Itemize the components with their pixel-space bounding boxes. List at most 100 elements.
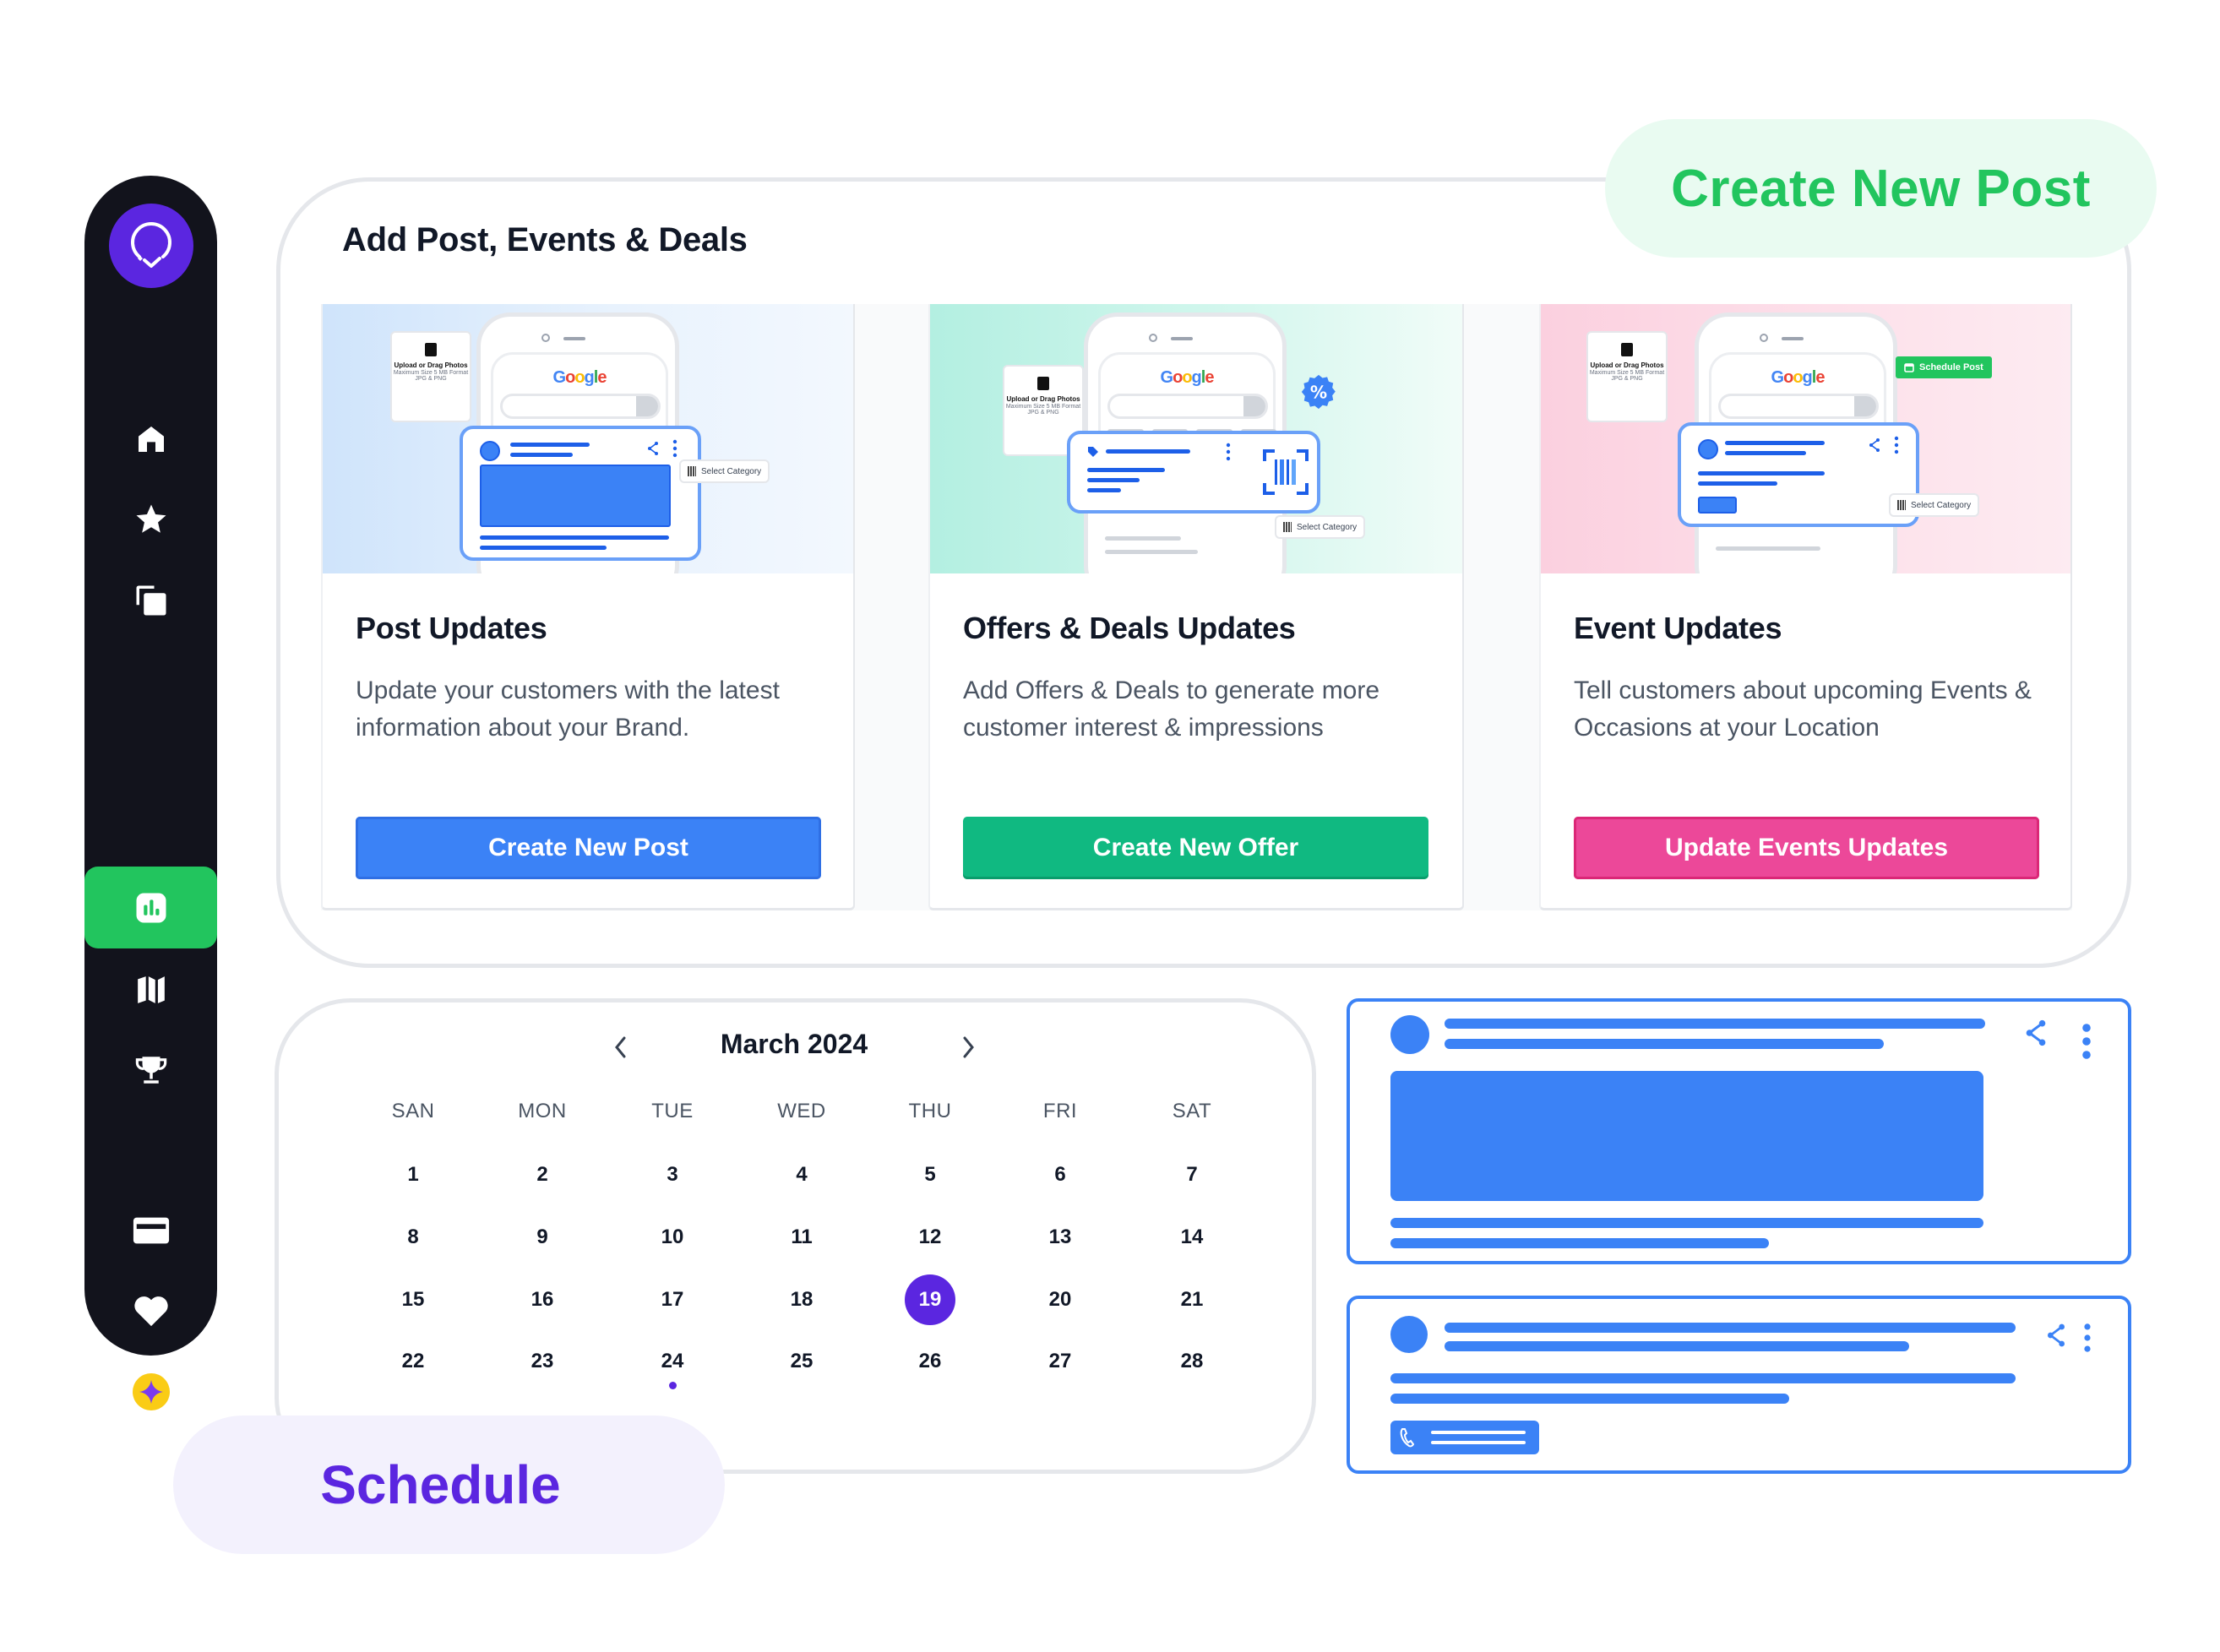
offers-illustration: Upload or Drag Photos Maximum Size 5 MB … (930, 304, 1462, 573)
sidebar-item-map[interactable] (84, 949, 217, 1030)
more-vertical-icon (672, 439, 677, 458)
subtitle-line (1445, 1341, 1909, 1351)
sidebar-item-home[interactable] (84, 399, 217, 480)
line (1725, 451, 1806, 455)
more-vertical-icon (1894, 436, 1899, 454)
sidebar (84, 176, 217, 1410)
calendar-day[interactable]: 6 (1035, 1149, 1086, 1200)
line (1106, 449, 1190, 454)
calendar-day[interactable]: 10 (647, 1212, 698, 1263)
phone-icon (1400, 1428, 1415, 1448)
calendar-day[interactable]: 5 (905, 1149, 955, 1200)
share-icon[interactable] (2023, 1019, 2049, 1047)
title-line (1445, 1019, 1985, 1029)
calendar-day[interactable]: 11 (776, 1212, 827, 1263)
preview-post-call[interactable] (1347, 1296, 2131, 1474)
calendar-day[interactable]: 24 (647, 1336, 698, 1387)
calendar-day[interactable]: 9 (517, 1212, 568, 1263)
calendar-day[interactable]: 15 (388, 1274, 438, 1325)
calendar-day[interactable]: 26 (905, 1336, 955, 1387)
schedule-badge: Schedule (173, 1416, 725, 1554)
chevron-left-icon (615, 1036, 626, 1058)
weekday-header: WED (777, 1100, 826, 1122)
panel-title: Add Post, Events & Deals (342, 221, 748, 258)
weekday-header: SAN (391, 1100, 435, 1122)
image-icon (1037, 377, 1049, 390)
more-vertical-icon[interactable] (2081, 1022, 2092, 1061)
phone-speaker (1782, 337, 1804, 340)
calendar-day[interactable]: 13 (1035, 1212, 1086, 1263)
calendar-day[interactable]: 20 (1035, 1274, 1086, 1325)
events-illustration: Upload or Drag Photos Maximum Size 5 MB … (1541, 304, 2070, 573)
calendar-day[interactable]: 8 (388, 1212, 438, 1263)
preview-post-image[interactable] (1347, 998, 2131, 1264)
upload-photos-card: Upload or Drag Photos Maximum Size 5 MB … (390, 331, 471, 422)
calendar-day[interactable]: 28 (1167, 1336, 1217, 1387)
sidebar-item-favorites[interactable] (84, 479, 217, 560)
feature-card-offers-deals: Upload or Drag Photos Maximum Size 5 MB … (928, 304, 1464, 910)
avatar (1390, 1015, 1429, 1054)
upload-note: Maximum Size 5 MB Format JPG & PNG (1005, 404, 1081, 416)
sidebar-item-copy[interactable] (84, 560, 217, 641)
line (1105, 550, 1198, 554)
card-title: Offers & Deals Updates (963, 611, 1296, 645)
post-preview-card (460, 426, 701, 561)
select-category-chip: Select Category (679, 459, 770, 483)
calendar-day[interactable]: 14 (1167, 1212, 1217, 1263)
phone-speaker (1171, 337, 1193, 340)
line (510, 443, 590, 447)
calendar-day[interactable]: 27 (1035, 1336, 1086, 1387)
upload-title: Upload or Drag Photos (1590, 361, 1664, 369)
calendar-day[interactable]: 1 (388, 1149, 438, 1200)
upload-note: Maximum Size 5 MB Format JPG & PNG (1589, 370, 1665, 382)
calendar-day[interactable]: 3 (647, 1149, 698, 1200)
line (1431, 1441, 1526, 1444)
create-new-post-button[interactable]: Create New Post (356, 817, 821, 879)
sidebar-item-map-spacer (84, 774, 217, 855)
sidebar-item-premium[interactable] (84, 1351, 217, 1432)
calendar-day[interactable]: 12 (905, 1212, 955, 1263)
calendar-day[interactable]: 25 (776, 1336, 827, 1387)
share-icon[interactable] (2044, 1323, 2068, 1348)
calendar-day[interactable]: 23 (517, 1336, 568, 1387)
more-vertical-icon[interactable] (2083, 1323, 2092, 1353)
weekday-header: SAT (1172, 1100, 1212, 1122)
post-updates-illustration: Upload or Drag Photos Maximum Size 5 MB … (323, 304, 853, 573)
avatar (1698, 439, 1718, 459)
update-events-button[interactable]: Update Events Updates (1574, 817, 2039, 879)
phone-camera (1760, 334, 1768, 342)
upload-photos-card: Upload or Drag Photos Maximum Size 5 MB … (1586, 331, 1668, 422)
upload-title: Upload or Drag Photos (1006, 395, 1080, 403)
sidebar-item-favorites-heart[interactable] (84, 1270, 217, 1351)
image-placeholder (1390, 1071, 1983, 1201)
create-new-offer-button[interactable]: Create New Offer (963, 817, 1428, 879)
sidebar-item-billing[interactable] (84, 1190, 217, 1271)
calendar-day[interactable]: 17 (647, 1274, 698, 1325)
calendar-day[interactable]: 2 (517, 1149, 568, 1200)
next-month-button[interactable] (952, 1029, 986, 1066)
sidebar-item-awards[interactable] (84, 1030, 217, 1111)
create-new-post-badge: Create New Post (1605, 119, 2157, 258)
event-indicator-dot (669, 1382, 677, 1389)
app-logo[interactable] (109, 204, 193, 288)
calendar-day[interactable]: 21 (1167, 1274, 1217, 1325)
prev-month-button[interactable] (603, 1029, 637, 1066)
google-logo: Google (1160, 368, 1215, 387)
calendar-day-selected[interactable]: 19 (905, 1274, 955, 1325)
line (1087, 488, 1121, 492)
sidebar-item-analytics[interactable] (84, 867, 217, 948)
search-bar (500, 394, 661, 419)
calendar-day[interactable]: 7 (1167, 1149, 1217, 1200)
discount-badge-icon: % (1301, 374, 1336, 410)
calendar-day[interactable]: 16 (517, 1274, 568, 1325)
credit-card-icon (133, 1217, 169, 1244)
calendar-day[interactable]: 18 (776, 1274, 827, 1325)
calendar-day[interactable]: 4 (776, 1149, 827, 1200)
trophy-icon (135, 1057, 166, 1084)
upload-title: Upload or Drag Photos (394, 361, 468, 369)
calendar-day[interactable]: 22 (388, 1336, 438, 1387)
weekday-header: TUE (651, 1100, 694, 1122)
feature-card-event-updates: Upload or Drag Photos Maximum Size 5 MB … (1539, 304, 2072, 910)
star-icon (136, 504, 166, 533)
heart-icon (133, 1296, 168, 1327)
